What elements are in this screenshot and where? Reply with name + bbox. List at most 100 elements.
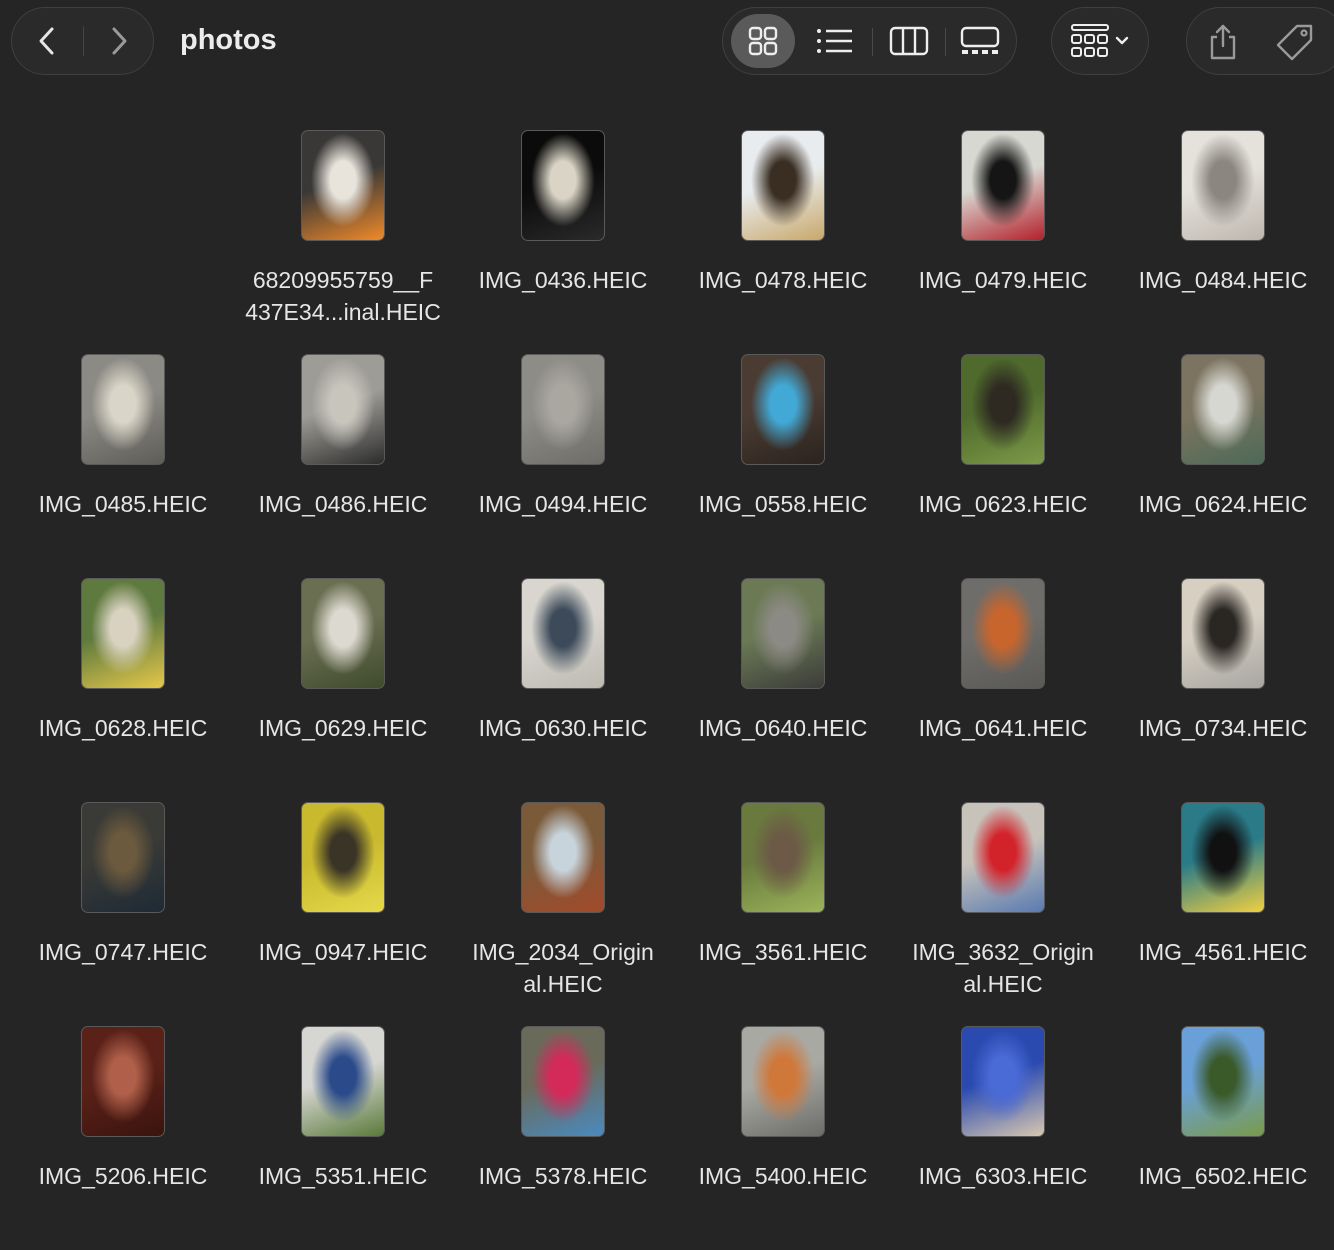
file-item[interactable]: IMG_5400.HEIC bbox=[673, 1026, 893, 1250]
file-item[interactable]: IMG_0734.HEIC bbox=[1113, 578, 1333, 802]
column-view-button[interactable] bbox=[877, 14, 941, 68]
file-name-line: IMG_0947.HEIC bbox=[258, 939, 428, 965]
file-item[interactable]: IMG_0479.HEIC bbox=[893, 130, 1113, 354]
photo-thumbnail[interactable] bbox=[521, 578, 605, 689]
file-name: IMG_0478.HEIC bbox=[673, 264, 893, 296]
photo-thumbnail[interactable] bbox=[521, 130, 605, 241]
photo-thumbnail[interactable] bbox=[961, 354, 1045, 465]
file-name-line: IMG_0640.HEIC bbox=[698, 715, 868, 741]
photo-thumbnail[interactable] bbox=[81, 354, 165, 465]
file-name: IMG_4561.HEIC bbox=[1113, 936, 1333, 968]
file-name: IMG_6303.HEIC bbox=[893, 1160, 1113, 1192]
file-item[interactable]: IMG_0640.HEIC bbox=[673, 578, 893, 802]
photo-thumbnail[interactable] bbox=[81, 1026, 165, 1137]
share-button[interactable] bbox=[1195, 16, 1251, 68]
gallery-view-button[interactable] bbox=[949, 14, 1011, 68]
file-name-line: IMG_0486.HEIC bbox=[258, 491, 428, 517]
file-name-line: IMG_0641.HEIC bbox=[918, 715, 1088, 741]
file-name: IMG_2034_Origin al.HEIC bbox=[453, 936, 673, 1000]
photo-thumbnail[interactable] bbox=[1181, 802, 1265, 913]
file-item[interactable]: IMG_0485.HEIC bbox=[13, 354, 233, 578]
photo-thumbnail[interactable] bbox=[301, 578, 385, 689]
tag-button[interactable] bbox=[1267, 16, 1323, 68]
file-name-line: IMG_2034_Origin bbox=[472, 939, 654, 965]
photo-thumbnail[interactable] bbox=[741, 354, 825, 465]
file-name-line: al.HEIC bbox=[523, 971, 603, 997]
photo-thumbnail[interactable] bbox=[1181, 130, 1265, 241]
photo-thumbnail[interactable] bbox=[301, 130, 385, 241]
file-item[interactable]: IMG_0436.HEIC bbox=[453, 130, 673, 354]
photo-thumbnail[interactable] bbox=[961, 802, 1045, 913]
photo-thumbnail[interactable] bbox=[961, 1026, 1045, 1137]
file-item[interactable]: IMG_0558.HEIC bbox=[673, 354, 893, 578]
file-name: IMG_0623.HEIC bbox=[893, 488, 1113, 520]
photo-thumbnail[interactable] bbox=[741, 1026, 825, 1137]
photo-thumbnail[interactable] bbox=[521, 802, 605, 913]
photo-thumbnail[interactable] bbox=[521, 1026, 605, 1137]
group-by-button[interactable] bbox=[1051, 7, 1149, 75]
file-item[interactable]: IMG_0478.HEIC bbox=[673, 130, 893, 354]
file-item[interactable]: IMG_0630.HEIC bbox=[453, 578, 673, 802]
photo-thumbnail[interactable] bbox=[961, 578, 1045, 689]
file-name-line: IMG_0747.HEIC bbox=[38, 939, 208, 965]
photo-thumbnail[interactable] bbox=[301, 802, 385, 913]
file-item[interactable]: IMG_5351.HEIC bbox=[233, 1026, 453, 1250]
tag-icon bbox=[1276, 24, 1313, 61]
photo-thumbnail[interactable] bbox=[301, 354, 385, 465]
file-name-line: IMG_0629.HEIC bbox=[258, 715, 428, 741]
file-name-line: IMG_6502.HEIC bbox=[1138, 1163, 1308, 1189]
photo-thumbnail[interactable] bbox=[741, 130, 825, 241]
file-item[interactable]: IMG_5378.HEIC bbox=[453, 1026, 673, 1250]
file-item[interactable]: 68209955759__F 437E34...inal.HEIC bbox=[233, 130, 453, 354]
file-name: IMG_0747.HEIC bbox=[13, 936, 233, 968]
file-item[interactable]: IMG_0629.HEIC bbox=[233, 578, 453, 802]
file-name-line: IMG_0436.HEIC bbox=[478, 267, 648, 293]
share-icon bbox=[1210, 24, 1236, 60]
list-view-button[interactable] bbox=[803, 14, 867, 68]
file-item[interactable]: IMG_0486.HEIC bbox=[233, 354, 453, 578]
file-name-line: IMG_4561.HEIC bbox=[1138, 939, 1308, 965]
file-name-line: IMG_0484.HEIC bbox=[1138, 267, 1308, 293]
file-item[interactable]: IMG_0747.HEIC bbox=[13, 802, 233, 1026]
file-item[interactable]: IMG_0641.HEIC bbox=[893, 578, 1113, 802]
file-item[interactable]: IMG_0947.HEIC bbox=[233, 802, 453, 1026]
file-item[interactable]: IMG_0623.HEIC bbox=[893, 354, 1113, 578]
photo-thumbnail[interactable] bbox=[1181, 354, 1265, 465]
list-view-icon bbox=[817, 29, 852, 53]
navigation-group bbox=[11, 7, 154, 75]
file-item[interactable]: IMG_6303.HEIC bbox=[893, 1026, 1113, 1250]
photo-thumbnail[interactable] bbox=[521, 354, 605, 465]
file-name-line: IMG_0624.HEIC bbox=[1138, 491, 1308, 517]
photo-thumbnail[interactable] bbox=[741, 802, 825, 913]
photo-thumbnail[interactable] bbox=[1181, 1026, 1265, 1137]
file-name-line: 68209955759__F bbox=[252, 267, 434, 293]
photo-thumbnail[interactable] bbox=[81, 578, 165, 689]
file-name: IMG_0734.HEIC bbox=[1113, 712, 1333, 744]
file-item[interactable]: IMG_2034_Origin al.HEIC bbox=[453, 802, 673, 1026]
file-name-line: IMG_0734.HEIC bbox=[1138, 715, 1308, 741]
back-button[interactable] bbox=[12, 8, 82, 74]
file-name: IMG_0640.HEIC bbox=[673, 712, 893, 744]
file-item[interactable]: IMG_4561.HEIC bbox=[1113, 802, 1333, 1026]
photo-thumbnail[interactable] bbox=[1181, 578, 1265, 689]
photo-thumbnail[interactable] bbox=[301, 1026, 385, 1137]
file-item[interactable]: IMG_3632_Origin al.HEIC bbox=[893, 802, 1113, 1026]
file-item[interactable]: IMG_0484.HEIC bbox=[1113, 130, 1333, 354]
photo-thumbnail[interactable] bbox=[81, 802, 165, 913]
file-item[interactable]: IMG_0628.HEIC bbox=[13, 578, 233, 802]
file-name-line: IMG_0479.HEIC bbox=[918, 267, 1088, 293]
view-mode-group bbox=[722, 7, 1017, 75]
file-name: IMG_0494.HEIC bbox=[453, 488, 673, 520]
file-name-line: al.HEIC bbox=[963, 971, 1043, 997]
file-item[interactable]: IMG_0494.HEIC bbox=[453, 354, 673, 578]
photo-thumbnail[interactable] bbox=[741, 578, 825, 689]
file-name: IMG_5378.HEIC bbox=[453, 1160, 673, 1192]
forward-button[interactable] bbox=[84, 8, 154, 74]
file-item[interactable]: IMG_0624.HEIC bbox=[1113, 354, 1333, 578]
file-item[interactable]: IMG_5206.HEIC bbox=[13, 1026, 233, 1250]
photo-thumbnail[interactable] bbox=[961, 130, 1045, 241]
file-name: IMG_0485.HEIC bbox=[13, 488, 233, 520]
icon-view-button[interactable] bbox=[731, 14, 795, 68]
file-item[interactable]: IMG_3561.HEIC bbox=[673, 802, 893, 1026]
file-item[interactable]: IMG_6502.HEIC bbox=[1113, 1026, 1333, 1250]
